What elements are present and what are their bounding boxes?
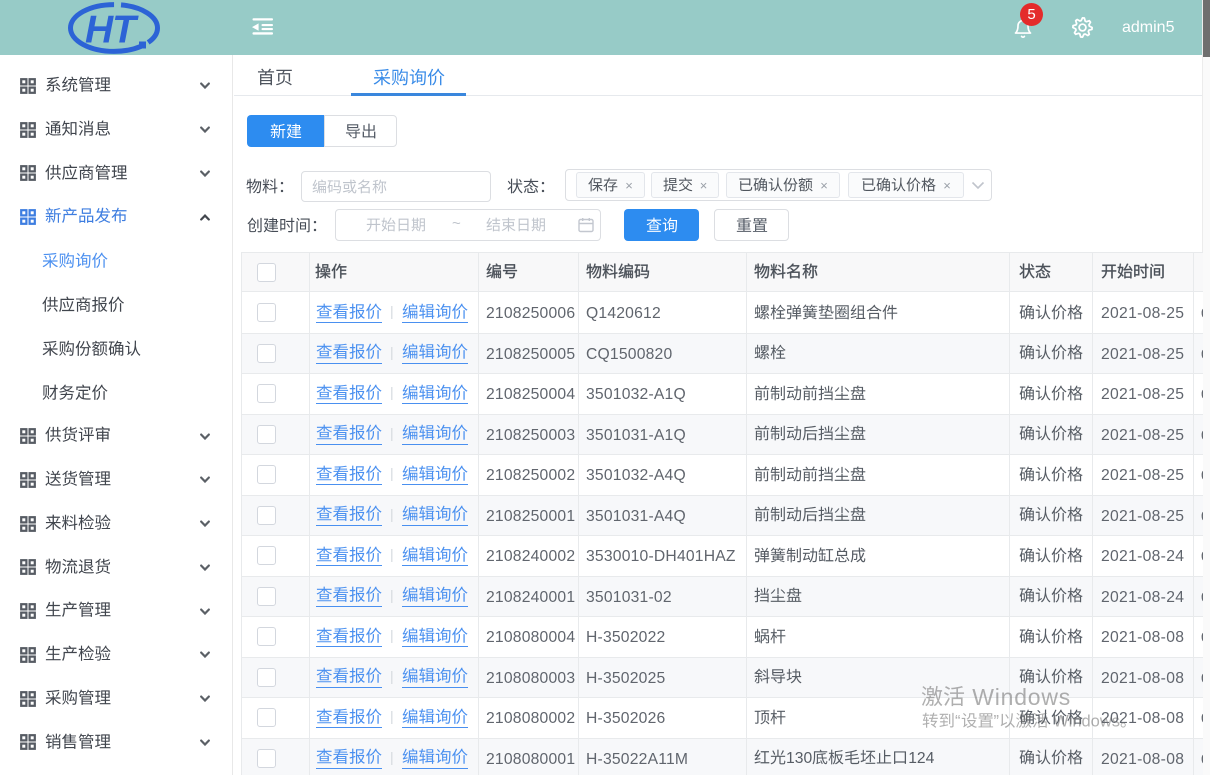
svg-text:HT: HT xyxy=(85,9,139,52)
